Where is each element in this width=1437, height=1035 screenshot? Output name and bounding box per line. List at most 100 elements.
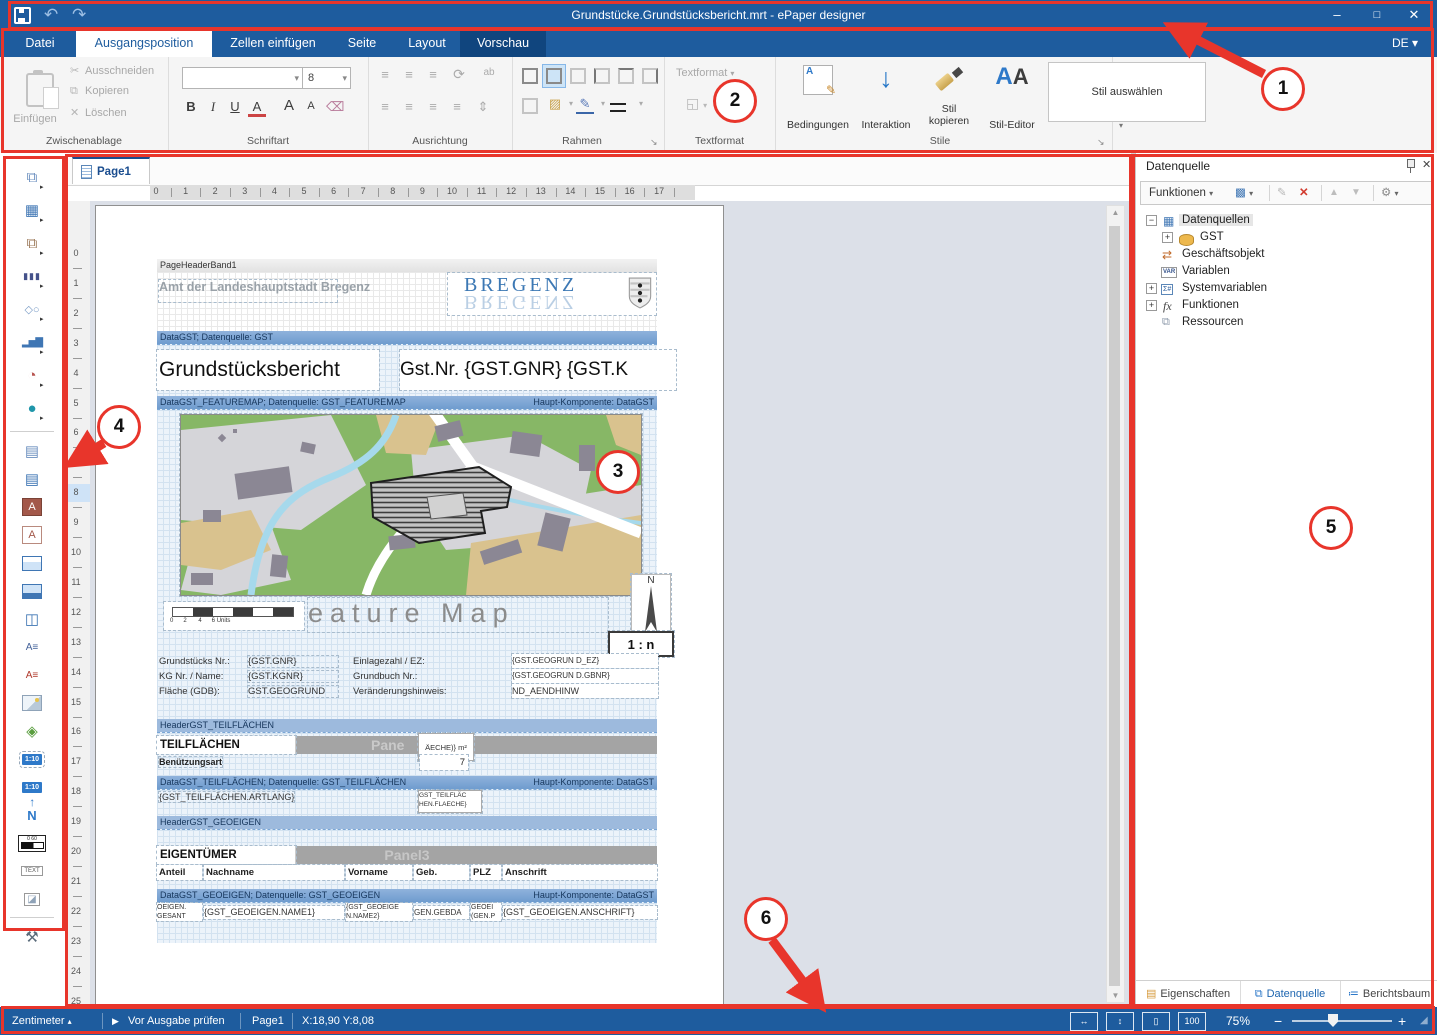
flaeche-field[interactable]: GST_TEILFLÄC HEN.FLAECHE} (418, 790, 482, 813)
text-a-icon[interactable]: A≡ (11, 635, 53, 659)
word-wrap-icon[interactable]: ab (480, 67, 498, 78)
tree-item-geschaeftsobjekt[interactable]: ⇄ Geschäftsobjekt (1136, 247, 1437, 264)
tree-item-variablen[interactable]: VAR Variablen (1136, 264, 1437, 281)
align-middle-icon[interactable]: ≡ (400, 67, 418, 82)
owner-column[interactable]: PLZ (471, 865, 501, 880)
owner-cell[interactable]: {GST_GEOEIGEN.ANSCHRIFT} (503, 906, 657, 919)
line-style-icon[interactable] (610, 103, 626, 112)
paste-button[interactable]: Einfügen (8, 61, 62, 131)
edit-icon[interactable]: ✎ (1277, 182, 1287, 204)
tree-item-systemvariablen[interactable]: + Σ# Systemvariablen (1136, 281, 1437, 298)
cut-button[interactable]: ✂Ausschneiden (70, 64, 154, 77)
owner-cell[interactable]: {GST_GEOEIGE N.NAME2} (346, 903, 412, 921)
owner-column[interactable]: Anschrift (503, 865, 657, 880)
style-gallery[interactable]: Stil auswählen (1048, 62, 1206, 122)
field-value[interactable]: {GST.GNR} (248, 656, 338, 667)
align-top-icon[interactable]: ≡ (376, 67, 394, 82)
minimize-button[interactable]: – (1320, 0, 1354, 30)
subreport-icon[interactable]: ◫ (11, 607, 53, 631)
richtext-a-icon[interactable]: A≡ (11, 663, 53, 687)
clone-icon[interactable]: ⧉ (11, 231, 53, 255)
panel-top-icon[interactable] (11, 551, 53, 575)
rotate-icon[interactable]: ⟳ (450, 66, 468, 83)
artlang-field[interactable]: {GST_TEILFLÄCHEN.ARTLANG} (159, 792, 294, 802)
gst-number-text[interactable]: Gst.Nr. {GST.GNR} {GST.K (400, 350, 676, 390)
border-right-icon[interactable] (638, 64, 662, 88)
tab-zellen-einfuegen[interactable]: Zellen einfügen (220, 30, 326, 57)
owner-column[interactable]: Geb. Datum (414, 865, 469, 880)
owner-column[interactable]: Anteil (157, 865, 202, 880)
language-selector[interactable]: DE ▾ (1392, 30, 1418, 57)
image-icon[interactable] (11, 691, 53, 715)
textformat-dropdown[interactable]: Textformat ▾ (676, 67, 734, 79)
style-gallery-expand-icon[interactable]: ▾ (1119, 121, 1123, 130)
usage-label[interactable]: Benützungsart (159, 757, 222, 767)
functions-dropdown[interactable]: Funktionen ▾ (1149, 182, 1213, 204)
band-header-geoeigen[interactable]: HeaderGST_GEOEIGEN (157, 816, 657, 829)
conditions-button[interactable]: ABedingungen (785, 61, 851, 133)
clear-format-icon[interactable]: ⌫ (326, 99, 344, 115)
tree-label[interactable]: Variablen (1179, 265, 1233, 277)
tree-label[interactable]: Geschäftsobjekt (1179, 248, 1267, 260)
tree-label[interactable]: Funktionen (1179, 299, 1242, 311)
table-icon[interactable]: ▦ (11, 198, 53, 222)
font-size-select[interactable]: 8▾ (302, 67, 351, 89)
interaction-button[interactable]: ↓Interaktion (855, 61, 917, 133)
border-outside-icon[interactable] (542, 64, 566, 88)
border-top-icon[interactable] (614, 64, 638, 88)
owner-cell[interactable]: OEIGEN. GESANT (157, 903, 202, 921)
bold-button[interactable]: B (182, 99, 200, 114)
teilflaechen-title[interactable]: TEILFLÄCHEN (157, 736, 296, 754)
flyout-arrow-icon[interactable]: ▸ (40, 183, 44, 191)
close-button[interactable]: ✕ (1396, 0, 1432, 30)
font-color-button[interactable]: A (248, 99, 266, 117)
field-value[interactable]: {GST.GEOGRUN D.GBNR} (512, 669, 658, 683)
border-all-icon[interactable] (518, 64, 542, 88)
shape-icon[interactable]: ◇○ (11, 297, 53, 321)
field-value[interactable]: {GST.KGNR} (248, 671, 338, 682)
move-up-icon[interactable]: ▲ (1329, 182, 1339, 204)
tab-seite[interactable]: Seite (334, 30, 390, 57)
fit-width-button[interactable]: ↔ (1070, 1012, 1098, 1031)
richtext-light-icon[interactable]: A (11, 523, 53, 547)
scroll-up-icon[interactable]: ▲ (1107, 208, 1124, 217)
map-caption-text[interactable]: eature Map (308, 598, 608, 632)
flyout-arrow-icon[interactable]: ▸ (40, 381, 44, 389)
band-pageheader[interactable]: PageHeaderBand1 (157, 259, 657, 272)
richtext-icon[interactable]: A (11, 495, 53, 519)
textformat-icon[interactable]: ◱ ▾ (686, 95, 707, 112)
eigentuemer-title[interactable]: EIGENTÜMER (157, 846, 296, 864)
new-item-icon[interactable]: ▩ ▾ (1235, 182, 1253, 204)
delete-icon[interactable]: ✕ (1299, 182, 1309, 204)
align-center-icon[interactable]: ≡ (400, 99, 418, 114)
tree-item-gst[interactable]: + GST (1136, 230, 1437, 247)
field-value[interactable]: {GST.GEOGRUN D_EZ} (512, 654, 658, 668)
band-datagst[interactable]: DataGST; Datenquelle: GST (157, 331, 657, 344)
delete-button[interactable]: ✕Löschen (70, 106, 127, 119)
chart-icon[interactable]: ▂▅▇ (11, 330, 53, 354)
align-right-icon[interactable]: ≡ (424, 99, 442, 114)
fit-height-button[interactable]: ↕ (1106, 1012, 1134, 1031)
border-left-icon[interactable] (590, 64, 614, 88)
band-header-teilflaechen[interactable]: HeaderGST_TEILFLÄCHEN (157, 719, 657, 732)
align-bottom-icon[interactable]: ≡ (424, 67, 442, 82)
tree-item-ressourcen[interactable]: ⧉ Ressourcen (1136, 315, 1437, 332)
featuremap-icon[interactable]: ◈ (11, 719, 53, 743)
vertical-scrollbar[interactable]: ▲ ▼ (1106, 205, 1125, 1003)
scrollbar-thumb[interactable] (1109, 226, 1120, 986)
align-left-icon[interactable]: ≡ (376, 99, 394, 114)
gear-icon[interactable]: ⚙ ▾ (1381, 182, 1399, 204)
flyout-arrow-icon[interactable]: ▸ (40, 282, 44, 290)
tab-berichtsbaum[interactable]: ≔Berichtsbaum (1340, 981, 1437, 1008)
tree-label[interactable]: Ressourcen (1179, 316, 1246, 328)
band-icon[interactable]: ⧉ (11, 165, 53, 189)
band-data-teilflaechen[interactable]: DataGST_TEILFLÄCHEN; Datenquelle: GST_TE… (157, 776, 657, 789)
font-family-select[interactable]: ▾ (182, 67, 303, 89)
border-none-icon[interactable] (566, 64, 590, 88)
logo-image[interactable]: BREGENZ BREGENZ (448, 273, 656, 315)
tree-label[interactable]: Datenquellen (1179, 214, 1253, 226)
report-title-text[interactable]: Grundstücksbericht (157, 350, 379, 390)
scale-ratio-icon[interactable]: 1:10 (11, 747, 53, 771)
map-scalebar[interactable]: 0 2 4 6 Units (164, 602, 304, 630)
tree-label[interactable]: Systemvariablen (1179, 282, 1270, 294)
